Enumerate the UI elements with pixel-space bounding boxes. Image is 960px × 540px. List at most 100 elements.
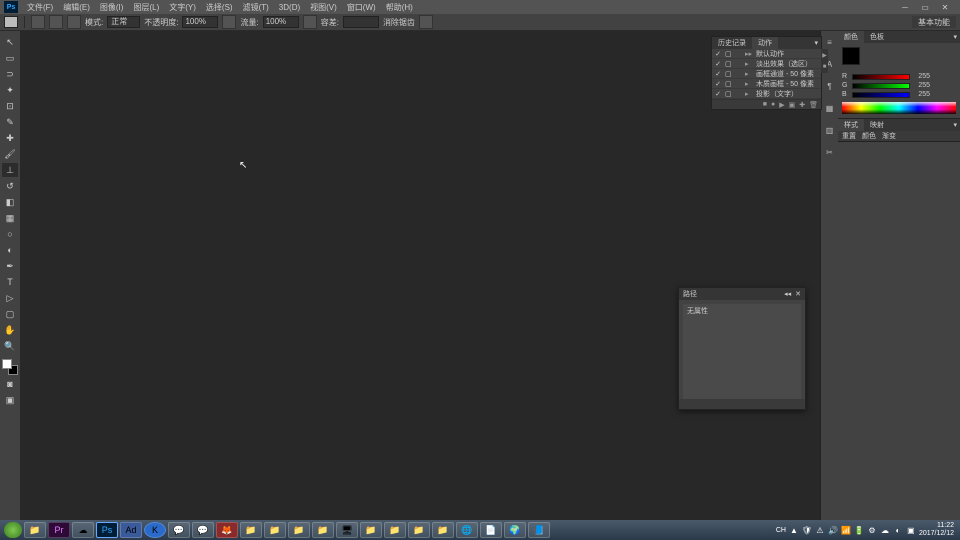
action-dialog[interactable]: ▢ — [725, 60, 733, 68]
tolerance-input[interactable] — [343, 16, 379, 28]
history-tab[interactable]: 历史记录 — [712, 37, 752, 49]
sub-item[interactable]: 渐变 — [882, 131, 896, 141]
menu-type[interactable]: 文字(Y) — [164, 2, 201, 13]
task-item[interactable]: Ps — [96, 522, 118, 538]
task-item[interactable]: 📄 — [480, 522, 502, 538]
tray-icon[interactable]: 📶 — [841, 525, 851, 535]
side-play-icon[interactable]: ▶ — [821, 49, 828, 61]
task-item[interactable]: ☁ — [72, 522, 94, 538]
shape-icon[interactable] — [67, 15, 81, 29]
color-swatches[interactable] — [2, 359, 18, 375]
task-item[interactable]: 💬 — [168, 522, 190, 538]
color-tab[interactable]: 颜色 — [838, 31, 864, 43]
close-button[interactable]: ✕ — [940, 3, 950, 12]
libs-icon[interactable]: ▥ — [823, 123, 837, 137]
history-brush-tool[interactable]: ↺ — [2, 179, 18, 193]
r-value[interactable]: 255 — [912, 73, 930, 80]
foreground-color[interactable] — [2, 359, 12, 369]
path-tool[interactable]: ▷ — [2, 291, 18, 305]
spectrum-ramp[interactable] — [842, 102, 956, 114]
sub-item[interactable]: 重置 — [842, 131, 856, 141]
collapse-icon[interactable]: ◂◂ — [784, 290, 791, 298]
move-tool[interactable]: ↖ — [2, 35, 18, 49]
map-tab[interactable]: 映射 — [864, 119, 890, 131]
clock[interactable]: 11:22 2017/12/12 — [919, 522, 956, 538]
action-name[interactable]: 投影（文字） — [756, 89, 819, 99]
hand-tool[interactable]: ✋ — [2, 323, 18, 337]
gradient-tool[interactable]: ▦ — [2, 211, 18, 225]
history-icon[interactable]: ≡ — [823, 35, 837, 49]
action-name[interactable]: 画框通道 - 50 像素 — [756, 69, 819, 79]
action-dialog[interactable]: ▢ — [725, 90, 733, 98]
task-item[interactable]: Ad — [120, 522, 142, 538]
task-item[interactable]: 📁 — [360, 522, 382, 538]
menu-window[interactable]: 窗口(W) — [342, 2, 381, 13]
pressure-opacity-icon[interactable] — [222, 15, 236, 29]
menu-3d[interactable]: 3D(D) — [274, 3, 305, 12]
restore-button[interactable]: ▭ — [920, 3, 930, 12]
action-name[interactable]: 木质画框 - 50 像素 — [756, 79, 819, 89]
menu-select[interactable]: 选择(S) — [201, 2, 238, 13]
folder-icon[interactable]: ▸▸ — [745, 50, 753, 58]
sub-item[interactable]: 颜色 — [862, 131, 876, 141]
paths-title[interactable]: 路径 — [683, 289, 697, 299]
tray-icon[interactable]: 🔊 — [828, 525, 838, 535]
stop-icon[interactable]: ■ — [763, 101, 767, 108]
trash-icon[interactable]: 🗑 — [809, 101, 818, 109]
task-item[interactable]: 📁 — [312, 522, 334, 538]
tray-icon[interactable]: 🛡 — [802, 525, 812, 535]
mode-select[interactable]: 正常 — [107, 16, 140, 28]
tray-icon[interactable]: ⚠ — [815, 525, 825, 535]
task-item[interactable]: 📁 — [288, 522, 310, 538]
zoom-tool[interactable]: 🔍 — [2, 339, 18, 353]
action-check[interactable]: ✓ — [714, 70, 722, 78]
b-slider[interactable] — [852, 92, 910, 98]
task-item[interactable]: 🖥 — [336, 522, 358, 538]
wand-tool[interactable]: ✦ — [2, 83, 18, 97]
close-icon[interactable]: ✕ — [795, 290, 801, 298]
b-value[interactable]: 255 — [912, 91, 930, 98]
task-item[interactable]: 📁 — [408, 522, 430, 538]
action-check[interactable]: ✓ — [714, 50, 722, 58]
minimize-button[interactable]: ─ — [900, 3, 910, 12]
panel-menu-icon[interactable]: ▾ — [950, 121, 960, 129]
marquee-tool[interactable]: ▭ — [2, 51, 18, 65]
action-dialog[interactable]: ▢ — [725, 70, 733, 78]
task-item[interactable]: 📘 — [528, 522, 550, 538]
eyedropper-tool[interactable]: ✎ — [2, 115, 18, 129]
canvas-area[interactable]: ↖ — [20, 31, 820, 520]
swatches-icon[interactable]: ▦ — [823, 101, 837, 115]
menu-help[interactable]: 帮助(H) — [381, 2, 418, 13]
flow-input[interactable]: 100% — [263, 16, 299, 28]
new-set-icon[interactable]: ▣ — [789, 101, 796, 109]
panel-menu-icon[interactable]: ▾ — [950, 33, 960, 41]
tray-icon[interactable]: ▣ — [906, 525, 916, 535]
swatches-tab[interactable]: 色板 — [864, 31, 890, 43]
panel-menu-icon[interactable]: ▾ — [811, 39, 821, 47]
opt-extra-icon[interactable] — [419, 15, 433, 29]
action-check[interactable]: ✓ — [714, 90, 722, 98]
tray-icon[interactable]: ◐ — [893, 525, 903, 535]
menu-filter[interactable]: 滤镜(T) — [238, 2, 274, 13]
pattern-icon[interactable] — [49, 15, 63, 29]
r-slider[interactable] — [852, 74, 910, 80]
tray-icon[interactable]: 🔋 — [854, 525, 864, 535]
stamp-tool[interactable]: ⊥ — [2, 163, 18, 177]
new-action-icon[interactable]: ✚ — [799, 101, 805, 109]
para-icon[interactable]: ¶ — [823, 79, 837, 93]
task-item[interactable]: K — [144, 522, 166, 538]
type-tool[interactable]: T — [2, 275, 18, 289]
tray-icon[interactable]: ⚙ — [867, 525, 877, 535]
side-stop-icon[interactable]: ■ — [821, 61, 828, 73]
crop-tool[interactable]: ⊡ — [2, 99, 18, 113]
airbrush-icon[interactable] — [303, 15, 317, 29]
action-name[interactable]: 默认动作 — [756, 49, 819, 59]
task-item[interactable]: 📁 — [384, 522, 406, 538]
action-check[interactable]: ✓ — [714, 80, 722, 88]
g-slider[interactable] — [852, 83, 910, 89]
lasso-tool[interactable]: ⊃ — [2, 67, 18, 81]
task-item[interactable]: 📁 — [264, 522, 286, 538]
action-dialog[interactable]: ▢ — [725, 50, 733, 58]
menu-edit[interactable]: 编辑(E) — [58, 2, 95, 13]
menu-view[interactable]: 视图(V) — [305, 2, 342, 13]
